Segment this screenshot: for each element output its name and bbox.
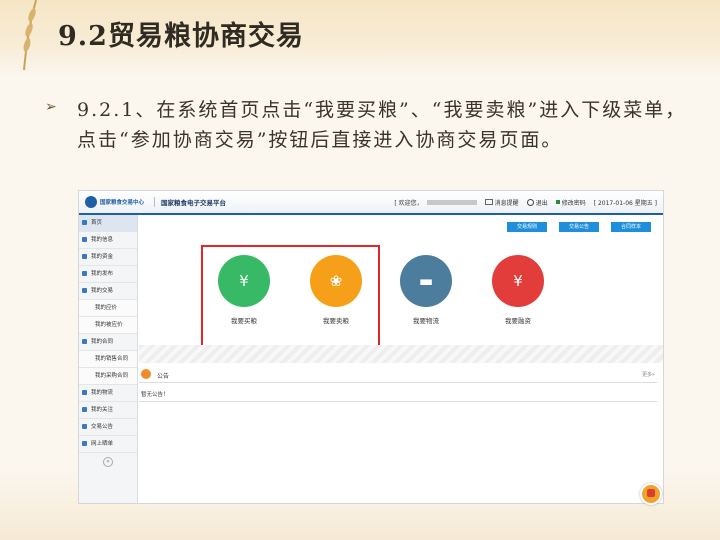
sell-grain-icon: ❀ — [310, 255, 362, 307]
org-name: 国家粮食交易中心 — [100, 200, 145, 206]
notice-icon — [141, 369, 151, 379]
sidebar-item-my-contracts[interactable]: 我的合同 — [79, 334, 137, 351]
megaphone-icon — [82, 424, 87, 429]
slide-title: 9.2贸易粮协商交易 — [58, 21, 304, 52]
sell-grain-label: 我要卖粮 — [323, 317, 349, 325]
messages-link[interactable]: 消息提醒 — [484, 198, 519, 207]
logistics-label: 我要物流 — [413, 317, 439, 325]
truck-icon — [82, 390, 87, 395]
eye-icon — [82, 441, 87, 446]
bullet-arrow-icon: ➢ — [45, 99, 57, 115]
username-redacted — [426, 199, 477, 205]
header-actions: [ 欢迎您， 消息提醒 退出 修改密码 [ 2017-01-06 星期五 ] — [394, 198, 657, 207]
notice-header: 公告 更多» — [139, 368, 657, 383]
contract-sample-button[interactable]: 合同样本 — [611, 222, 651, 232]
sidebar-collapse-icon[interactable]: « — [103, 457, 113, 467]
platform-name: 国家粮食电子交易平台 — [154, 197, 226, 207]
corner-badge-icon — [640, 483, 662, 505]
trade-announcements-button[interactable]: 交易公告 — [559, 222, 599, 232]
wallet-icon — [82, 254, 87, 259]
sidebar-item-my-bids[interactable]: 我的应价 — [79, 300, 137, 317]
buy-grain-card[interactable]: ¥ 我要买粮 — [209, 255, 279, 325]
notice-more-link[interactable]: 更多» — [642, 371, 655, 378]
home-icon — [82, 220, 87, 225]
sidebar-item-sales-contracts[interactable]: 我的销售合同 — [79, 351, 137, 368]
buy-grain-icon: ¥ — [218, 255, 270, 307]
wheat-icon — [23, 0, 37, 70]
notice-empty-text: 暂无公告！ — [141, 392, 169, 398]
notice-title: 公告 — [157, 373, 170, 380]
trade-rules-button[interactable]: 交易规则 — [507, 222, 547, 232]
sidebar-item-my-trades[interactable]: 我的交易 — [79, 283, 137, 300]
truck-icon: ▬ — [400, 255, 452, 307]
sidebar-item-purchase-contracts[interactable]: 我的采购合同 — [79, 368, 137, 385]
sidebar-item-home[interactable]: 首页 — [79, 215, 137, 232]
sidebar-item-trade-notices[interactable]: 交易公告 — [79, 419, 137, 436]
logistics-card[interactable]: ▬ 我要物流 — [391, 255, 461, 325]
notice-divider — [139, 401, 657, 402]
sidebar-item-my-logistics[interactable]: 我的物流 — [79, 385, 137, 402]
org-logo-icon — [85, 196, 97, 208]
trade-icon — [82, 288, 87, 293]
pattern-divider — [139, 345, 663, 363]
main-content: 交易规则 交易公告 合同样本 ¥ 我要买粮 ❀ 我要卖粮 ▬ 我要物流 ¥ 我要… — [139, 215, 663, 503]
change-password-link[interactable]: 修改密码 — [555, 198, 586, 207]
app-header: 国家粮食交易中心 国家粮食电子交易平台 [ 欢迎您， 消息提醒 退出 修改密码 … — [79, 191, 663, 215]
user-icon — [82, 237, 87, 242]
welcome-user: [ 欢迎您， — [394, 198, 477, 207]
envelope-icon — [484, 199, 493, 205]
buy-grain-label: 我要买粮 — [231, 317, 257, 325]
finance-icon: ¥ — [492, 255, 544, 307]
bullet-point: ➢ 9.2.1、在系统首页点击“我要买粮”、“我要卖粮”进入下级菜单，点击“参加… — [45, 95, 695, 155]
bullet-text: 9.2.1、在系统首页点击“我要买粮”、“我要卖粮”进入下级菜单，点击“参加协商… — [77, 99, 687, 151]
power-icon — [526, 198, 534, 206]
sidebar-item-bids-received[interactable]: 我的被应价 — [79, 317, 137, 334]
sidebar: 首页 我的信息 我的资金 我的发布 我的交易 我的应价 我的被应价 我的合同 我… — [79, 215, 138, 503]
logout-link[interactable]: 退出 — [526, 198, 548, 207]
sidebar-item-online-showcase[interactable]: 网上晒单 — [79, 436, 137, 453]
lock-icon — [555, 200, 560, 204]
org-logo[interactable]: 国家粮食交易中心 — [85, 196, 144, 208]
publish-icon — [82, 271, 87, 276]
app-screenshot: 国家粮食交易中心 国家粮食电子交易平台 [ 欢迎您， 消息提醒 退出 修改密码 … — [78, 190, 664, 504]
heart-icon — [82, 407, 87, 412]
top-buttons: 交易规则 交易公告 合同样本 — [507, 222, 651, 232]
sidebar-item-my-publish[interactable]: 我的发布 — [79, 266, 137, 283]
sidebar-item-my-info[interactable]: 我的信息 — [79, 232, 137, 249]
sell-grain-card[interactable]: ❀ 我要卖粮 — [301, 255, 371, 325]
contract-icon — [82, 339, 87, 344]
finance-card[interactable]: ¥ 我要融资 — [483, 255, 553, 325]
current-date: [ 2017-01-06 星期五 ] — [593, 199, 657, 207]
sidebar-item-my-follows[interactable]: 我的关注 — [79, 402, 137, 419]
finance-label: 我要融资 — [505, 317, 531, 325]
sidebar-item-my-funds[interactable]: 我的资金 — [79, 249, 137, 266]
